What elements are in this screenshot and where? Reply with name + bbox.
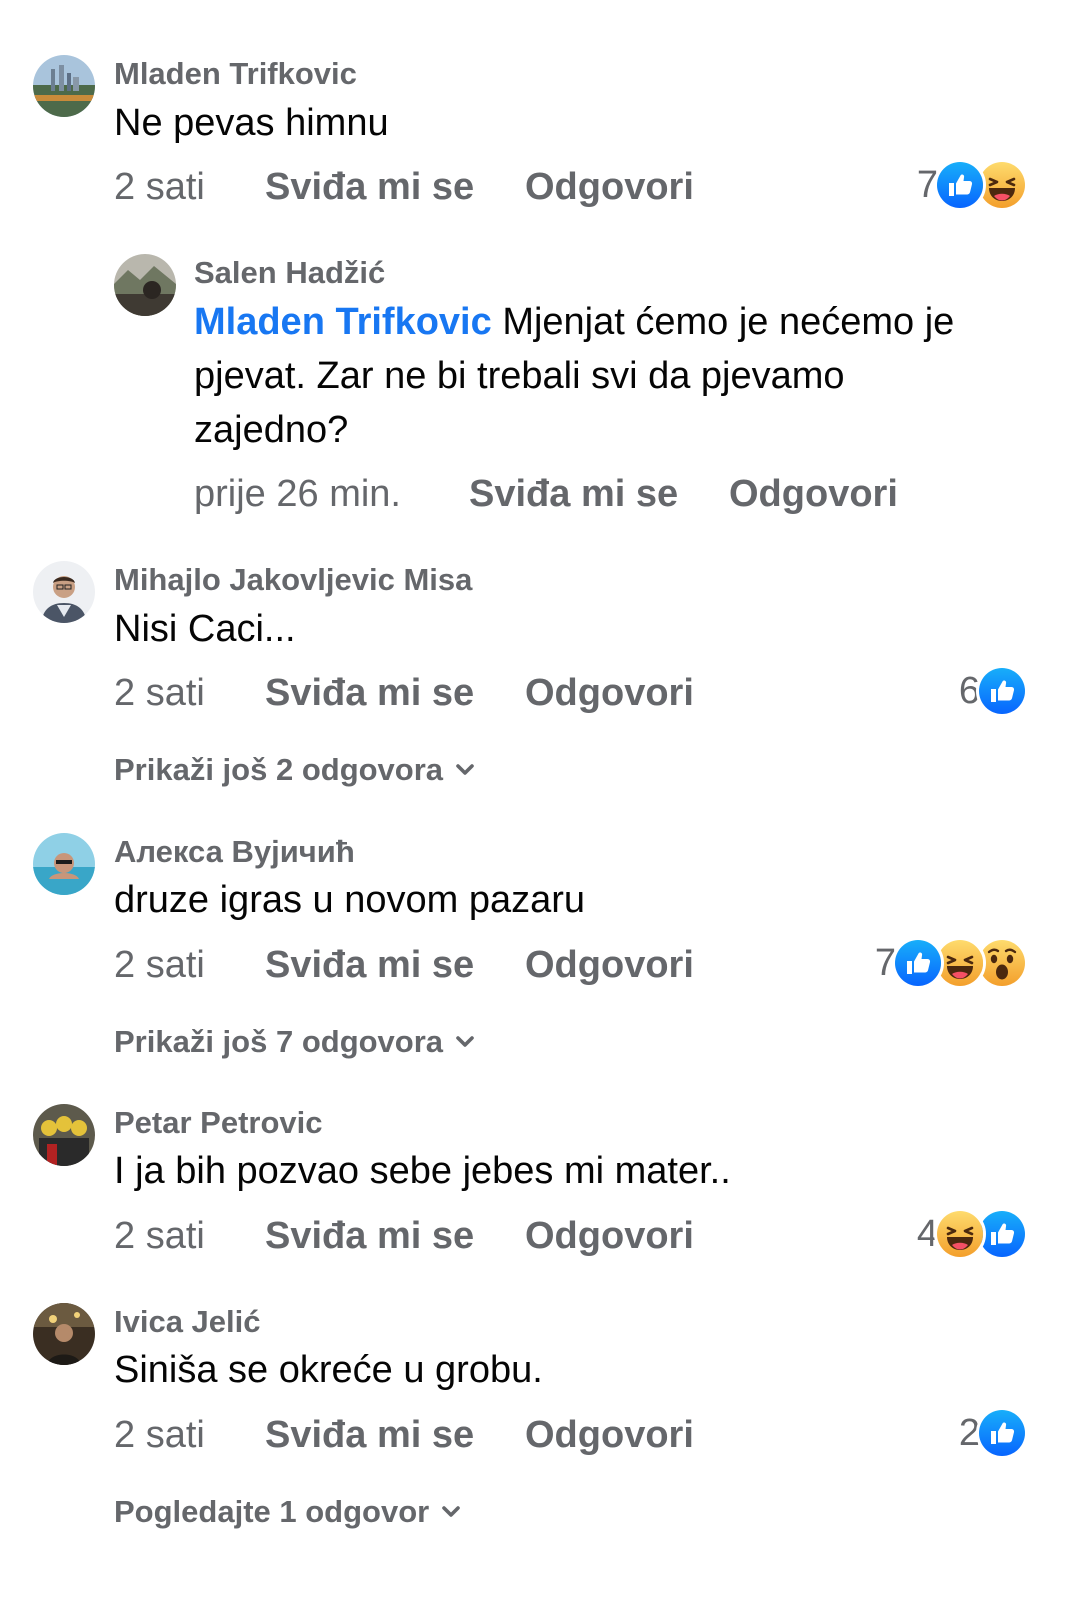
mention-link[interactable]: Mladen Trifkovic xyxy=(194,301,492,343)
comment-author[interactable]: Salen Hadžić xyxy=(194,255,385,291)
comment-text: I ja bih pozvao sebe jebes mi mater.. xyxy=(114,1150,731,1192)
like-icon xyxy=(976,1407,1028,1459)
chevron-down-icon xyxy=(451,756,479,784)
view-more-replies-label: Prikaži još 2 odgovora xyxy=(114,752,444,787)
comment-time[interactable]: 2 sati xyxy=(114,1215,205,1258)
like-button[interactable]: Sviđa mi se xyxy=(265,166,474,209)
reply-button[interactable]: Odgovori xyxy=(525,1215,694,1258)
view-more-replies-button[interactable]: Prikaži još 7 odgovora xyxy=(114,1024,479,1060)
comment-time[interactable]: 2 sati xyxy=(114,1414,205,1457)
like-button[interactable]: Sviđa mi se xyxy=(265,1215,474,1258)
view-more-replies-label: Prikaži još 7 odgovora xyxy=(114,1024,444,1059)
comment-author[interactable]: Алекса Вујичић xyxy=(114,834,355,870)
reaction-summary[interactable]: 6 xyxy=(959,665,1028,717)
view-more-replies-button[interactable]: Prikaži još 2 odgovora xyxy=(114,752,479,788)
comment-text: Mladen Trifkovic Mjenjat ćemo je nećemo … xyxy=(194,295,1014,457)
like-icon xyxy=(976,665,1028,717)
comment-text: Siniša se okreće u grobu. xyxy=(114,1349,543,1391)
reply-button[interactable]: Odgovori xyxy=(525,1414,694,1457)
avatar[interactable] xyxy=(33,561,95,623)
like-button[interactable]: Sviđa mi se xyxy=(265,672,474,715)
reaction-summary[interactable]: 2 xyxy=(959,1407,1028,1459)
like-button[interactable]: Sviđa mi se xyxy=(265,1414,474,1457)
avatar[interactable] xyxy=(114,254,176,316)
reaction-summary[interactable]: 7 xyxy=(917,159,1028,211)
reaction-summary[interactable]: 7 xyxy=(875,937,1028,989)
haha-icon xyxy=(934,1208,986,1260)
like-icon xyxy=(892,937,944,989)
comment-time[interactable]: 2 sati xyxy=(114,166,205,209)
comment-text: druze igras u novom pazaru xyxy=(114,879,586,921)
comment-time[interactable]: prije 26 min. xyxy=(194,473,401,516)
reply-button[interactable]: Odgovori xyxy=(525,166,694,209)
comment-text-line2: pjevat. Zar ne bi trebali svi da pjevamo xyxy=(194,355,845,397)
like-button[interactable]: Sviđa mi se xyxy=(265,944,474,987)
reply-button[interactable]: Odgovori xyxy=(729,473,898,516)
comment-text: Ne pevas himnu xyxy=(114,102,389,144)
comment-text-line1: Mjenjat ćemo je nećemo je xyxy=(502,301,955,343)
comment-time[interactable]: 2 sati xyxy=(114,944,205,987)
chevron-down-icon xyxy=(451,1028,479,1056)
chevron-down-icon xyxy=(437,1498,465,1526)
view-replies-label: Pogledajte 1 odgovor xyxy=(114,1494,430,1529)
comment-time[interactable]: 2 sati xyxy=(114,672,205,715)
like-icon xyxy=(934,159,986,211)
like-button[interactable]: Sviđa mi se xyxy=(469,473,678,516)
reply-button[interactable]: Odgovori xyxy=(525,672,694,715)
reply-button[interactable]: Odgovori xyxy=(525,944,694,987)
view-replies-button[interactable]: Pogledajte 1 odgovor xyxy=(114,1494,465,1530)
comment-author[interactable]: Mladen Trifkovic xyxy=(114,56,357,92)
comment-author[interactable]: Petar Petrovic xyxy=(114,1105,323,1141)
avatar[interactable] xyxy=(33,55,95,117)
comment-text-line3: zajedno? xyxy=(194,409,349,451)
avatar[interactable] xyxy=(33,1303,95,1365)
avatar[interactable] xyxy=(33,1104,95,1166)
reaction-summary[interactable]: 4 xyxy=(917,1208,1028,1260)
comment-author[interactable]: Mihajlo Jakovljevic Misa xyxy=(114,562,472,598)
comment-author[interactable]: Ivica Jelić xyxy=(114,1304,261,1340)
comment-text: Nisi Caci... xyxy=(114,608,296,650)
avatar[interactable] xyxy=(33,833,95,895)
